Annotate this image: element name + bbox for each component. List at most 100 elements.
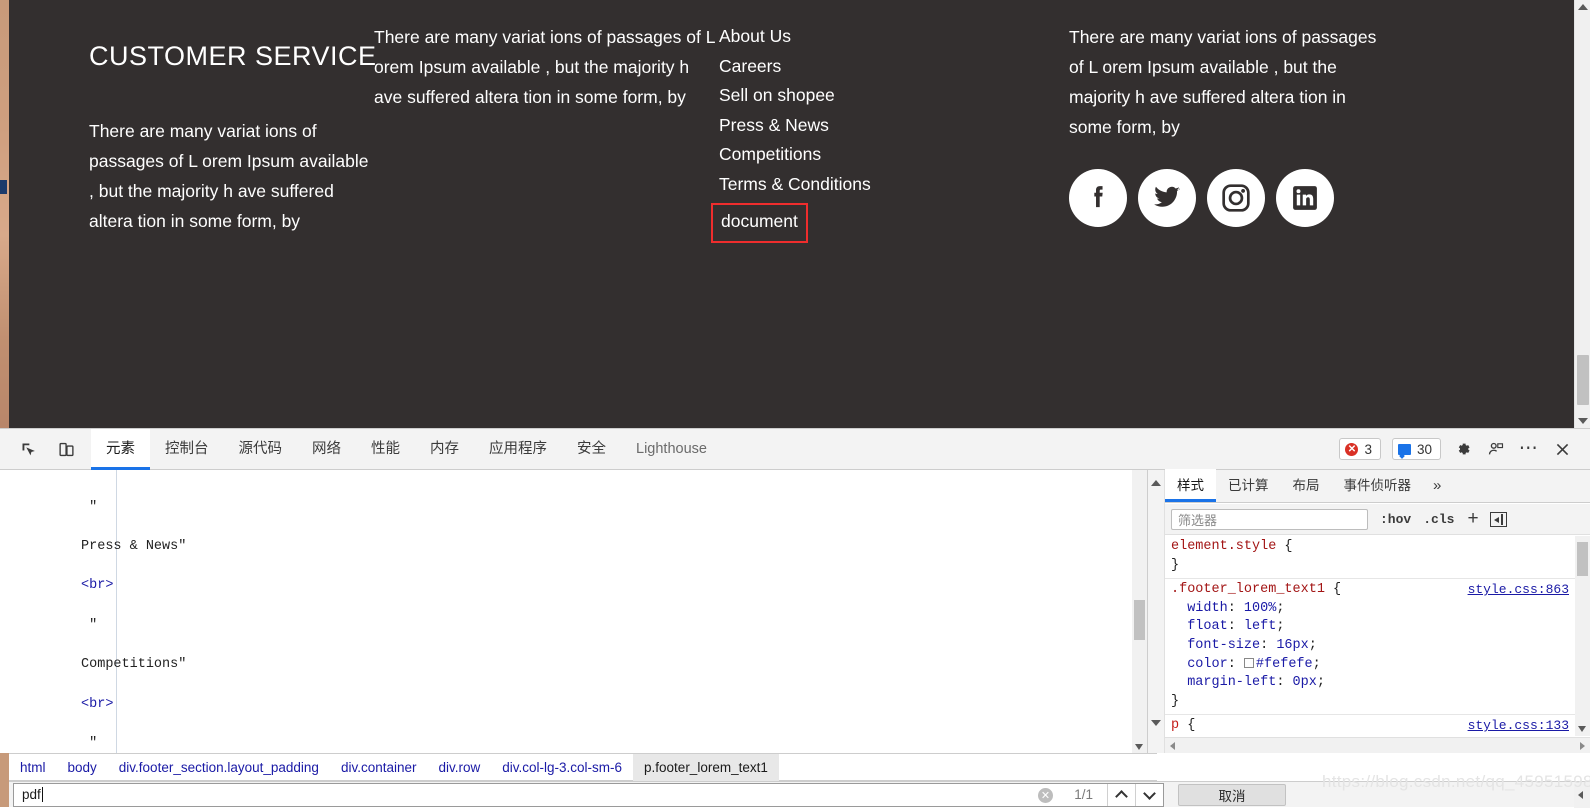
tab-security[interactable]: 安全 bbox=[562, 429, 621, 470]
css-property-name[interactable]: float bbox=[1187, 619, 1228, 634]
inspect-element-icon[interactable] bbox=[13, 434, 43, 464]
elements-tree-panel[interactable]: " Press & News" <br> " Competitions" <br… bbox=[0, 470, 1148, 753]
close-icon[interactable] bbox=[1551, 438, 1573, 460]
link-press-and-news[interactable]: Press & News bbox=[719, 115, 829, 135]
breadcrumb-item-html[interactable]: html bbox=[9, 754, 57, 781]
css-rule-footer-lorem-text1[interactable]: style.css:863 .footer_lorem_text1 { widt… bbox=[1165, 579, 1575, 716]
css-property-name[interactable]: font-size bbox=[1187, 638, 1260, 653]
tab-sources[interactable]: 源代码 bbox=[224, 429, 298, 470]
breadcrumb-item-footer-section[interactable]: div.footer_section.layout_padding bbox=[108, 754, 330, 781]
tab-event-listeners[interactable]: 事件侦听器 bbox=[1332, 469, 1424, 502]
css-property-name[interactable]: margin-left bbox=[1187, 675, 1276, 690]
scroll-left-arrow-icon[interactable] bbox=[1578, 790, 1583, 799]
tab-lighthouse[interactable]: Lighthouse bbox=[621, 429, 722, 470]
link-about-us[interactable]: About Us bbox=[719, 26, 791, 46]
css-property-value[interactable]: 16px bbox=[1276, 638, 1308, 653]
scroll-down-arrow-icon[interactable] bbox=[1578, 726, 1586, 732]
link-careers[interactable]: Careers bbox=[719, 56, 781, 76]
link-document-highlight-box[interactable]: document bbox=[711, 203, 808, 243]
scroll-down-arrow-icon[interactable] bbox=[1135, 744, 1143, 750]
footer-link-item-highlighted[interactable]: document bbox=[711, 199, 1069, 243]
tab-styles[interactable]: 样式 bbox=[1165, 469, 1216, 502]
hov-toggle-button[interactable]: :hov bbox=[1380, 512, 1411, 527]
footer-link-item[interactable]: Press & News bbox=[719, 111, 1069, 141]
tree-line[interactable]: Press & News" bbox=[0, 537, 1147, 557]
rule-selector[interactable]: .footer_lorem_text1 bbox=[1171, 582, 1325, 597]
toggle-sidebar-icon[interactable] bbox=[1489, 511, 1507, 527]
styles-filter-input[interactable]: 筛选器 bbox=[1171, 508, 1368, 530]
css-rule-p[interactable]: style.css:133 p { margin:20px; bbox=[1165, 715, 1575, 736]
css-property-name[interactable]: color bbox=[1187, 657, 1228, 672]
breadcrumb-item-col[interactable]: div.col-lg-3.col-sm-6 bbox=[491, 754, 633, 781]
tab-performance[interactable]: 性能 bbox=[356, 429, 415, 470]
scroll-up-arrow-icon[interactable] bbox=[1578, 4, 1588, 10]
device-toolbar-icon[interactable] bbox=[51, 434, 81, 464]
facebook-icon[interactable] bbox=[1069, 169, 1127, 227]
css-property-value[interactable]: 0px bbox=[1293, 675, 1317, 690]
tab-memory[interactable]: 内存 bbox=[415, 429, 474, 470]
css-property-value[interactable]: 100% bbox=[1244, 601, 1276, 616]
footer-link-item[interactable]: About Us bbox=[719, 22, 1069, 52]
rule-selector[interactable]: p bbox=[1171, 718, 1179, 733]
cls-toggle-button[interactable]: .cls bbox=[1423, 512, 1454, 527]
linkedin-icon[interactable] bbox=[1276, 169, 1334, 227]
link-document[interactable]: document bbox=[721, 211, 798, 231]
scroll-right-arrow-icon[interactable] bbox=[1580, 742, 1585, 750]
scroll-left-arrow-icon[interactable] bbox=[1170, 742, 1175, 750]
twitter-icon[interactable] bbox=[1138, 169, 1196, 227]
styles-pane-collapse-rail[interactable] bbox=[1148, 470, 1165, 753]
scrollbar-thumb[interactable] bbox=[1134, 600, 1145, 640]
page-vertical-scrollbar[interactable] bbox=[1574, 0, 1590, 428]
breadcrumb-item-container[interactable]: div.container bbox=[330, 754, 428, 781]
elements-tree-scrollbar[interactable] bbox=[1132, 470, 1147, 753]
footer-link-item[interactable]: Sell on shopee bbox=[719, 81, 1069, 111]
css-rule-element-style[interactable]: element.style { } bbox=[1165, 536, 1575, 580]
tab-elements[interactable]: 元素 bbox=[91, 428, 150, 470]
tab-application[interactable]: 应用程序 bbox=[474, 429, 562, 470]
styles-vertical-scrollbar[interactable] bbox=[1575, 536, 1590, 736]
breadcrumb-item-selected[interactable]: p.footer_lorem_text1 bbox=[633, 753, 779, 781]
rule-selector[interactable]: element.style bbox=[1171, 539, 1276, 554]
find-bar-right-scroll[interactable] bbox=[1574, 781, 1590, 808]
tab-console[interactable]: 控制台 bbox=[150, 429, 224, 470]
clear-icon[interactable]: ✕ bbox=[1038, 787, 1053, 803]
instagram-icon[interactable] bbox=[1207, 169, 1265, 227]
tree-line[interactable]: " bbox=[0, 498, 1147, 518]
add-rule-button[interactable]: + bbox=[1467, 509, 1478, 528]
more-tabs-icon[interactable]: » bbox=[1423, 469, 1451, 502]
link-competitions[interactable]: Competitions bbox=[719, 144, 821, 164]
tab-network[interactable]: 网络 bbox=[297, 429, 356, 470]
css-property-value[interactable]: #fefefe bbox=[1256, 657, 1313, 672]
rule-source-link[interactable]: style.css:133 bbox=[1468, 717, 1569, 736]
collapse-down-arrow-icon[interactable] bbox=[1151, 720, 1161, 726]
breadcrumb-item-row[interactable]: div.row bbox=[427, 754, 491, 781]
rule-source-link[interactable]: style.css:863 bbox=[1468, 581, 1569, 600]
footer-link-item[interactable]: Terms & Conditions bbox=[719, 170, 1069, 200]
tree-line[interactable]: <br> bbox=[0, 695, 1147, 715]
tree-line[interactable]: <br> bbox=[0, 576, 1147, 596]
tree-line[interactable]: " bbox=[0, 734, 1147, 753]
error-counter[interactable]: ✕ 3 bbox=[1339, 438, 1381, 460]
search-input[interactable]: pdf ✕ 1/1 bbox=[13, 782, 1164, 807]
styles-horizontal-scrollbar[interactable] bbox=[1165, 737, 1590, 753]
color-swatch[interactable] bbox=[1243, 657, 1254, 668]
chevron-up-icon[interactable] bbox=[1107, 783, 1135, 806]
footer-link-item[interactable]: Careers bbox=[719, 52, 1069, 82]
tab-layout[interactable]: 布局 bbox=[1281, 469, 1332, 502]
message-counter[interactable]: 30 bbox=[1391, 438, 1441, 460]
more-options-icon[interactable]: ⋯ bbox=[1518, 438, 1540, 460]
link-terms-and-conditions[interactable]: Terms & Conditions bbox=[719, 174, 871, 194]
css-property-value[interactable]: left bbox=[1244, 619, 1276, 634]
scrollbar-thumb[interactable] bbox=[1577, 542, 1588, 576]
tab-computed[interactable]: 已计算 bbox=[1216, 469, 1281, 502]
css-property-name[interactable]: width bbox=[1187, 601, 1228, 616]
account-icon[interactable] bbox=[1485, 438, 1507, 460]
scroll-down-arrow-icon[interactable] bbox=[1578, 418, 1588, 424]
collapse-up-arrow-icon[interactable] bbox=[1151, 480, 1161, 486]
link-sell-on-shopee[interactable]: Sell on shopee bbox=[719, 85, 835, 105]
cancel-button[interactable]: 取消 bbox=[1178, 783, 1286, 806]
footer-link-item[interactable]: Competitions bbox=[719, 140, 1069, 170]
tree-line[interactable]: Competitions" bbox=[0, 655, 1147, 675]
breadcrumb-item-body[interactable]: body bbox=[57, 754, 108, 781]
tree-line[interactable]: " bbox=[0, 616, 1147, 636]
